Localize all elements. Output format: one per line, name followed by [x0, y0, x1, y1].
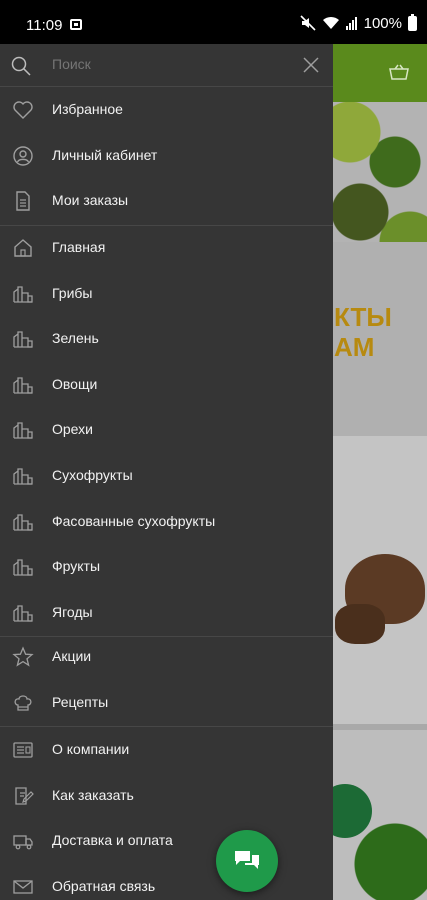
menu-item-label: Овощи: [52, 375, 98, 392]
menu-item-account-0[interactable]: Избранное: [0, 87, 333, 133]
order-guide-icon: [15, 786, 34, 805]
menu-item-label: Обратная связь: [52, 877, 156, 894]
menu-item-catalog-7[interactable]: Фрукты: [0, 544, 333, 590]
mute-icon: [300, 15, 316, 31]
menu-item-label: Орехи: [52, 421, 93, 438]
delivery-truck-icon: [13, 835, 33, 850]
menu-item-label: О компании: [52, 741, 130, 757]
menu-item-catalog-6[interactable]: Фасованные сухофрукты: [0, 499, 333, 545]
menu-item-label: Личный кабинет: [52, 146, 158, 163]
status-indicators: 100%: [300, 13, 417, 32]
star-icon: [12, 646, 34, 667]
menu-item-info-1[interactable]: Как заказать: [0, 773, 333, 819]
menu-item-info-2[interactable]: Доставка и оплата: [0, 818, 333, 864]
menu-item-catalog-8[interactable]: Ягоды: [0, 590, 333, 636]
heart-icon: [13, 101, 33, 119]
notification-icon: [70, 19, 82, 30]
menu-item-label: Фасованные сухофрукты: [52, 512, 216, 529]
menu-item-label: Акции: [52, 648, 92, 664]
menu-item-label: Избранное: [52, 101, 123, 117]
battery-percent: 100%: [363, 14, 402, 32]
menu-item-account-2[interactable]: Мои заказы: [0, 178, 333, 224]
document-icon: [16, 191, 30, 211]
menu-item-label: Доставка и оплата: [52, 832, 173, 849]
menu-item-catalog-2[interactable]: Зелень: [0, 316, 333, 362]
home-icon: [14, 239, 32, 257]
account-icon: [13, 145, 33, 166]
promo-text-line2: АМ: [334, 332, 375, 362]
promo-text-line1: КТЫ: [334, 302, 392, 332]
menu-item-info-3[interactable]: Обратная связь: [0, 864, 333, 900]
category-icon: [13, 285, 33, 303]
menu-item-label: Как заказать: [52, 786, 134, 803]
category-icon: [13, 422, 33, 440]
menu-item-catalog-4[interactable]: Орехи: [0, 407, 333, 453]
company-icon: [13, 742, 33, 758]
menu-item-catalog-0[interactable]: Главная: [0, 225, 333, 271]
menu-item-label: Рецепты: [52, 693, 109, 710]
menu-item-label: Фрукты: [52, 558, 101, 575]
category-icon: [13, 513, 33, 531]
menu-item-catalog-5[interactable]: Сухофрукты: [0, 453, 333, 499]
navigation-drawer: Избранное Личный кабинет Мои заказы Главная…: [0, 44, 333, 900]
close-icon[interactable]: [302, 56, 320, 74]
chat-fab-button[interactable]: [216, 830, 278, 892]
category-icon: [13, 559, 33, 576]
menu-item-label: Мои заказы: [52, 192, 129, 209]
category-icon: [13, 468, 33, 485]
search-icon[interactable]: [11, 56, 31, 76]
mail-icon: [13, 880, 33, 894]
status-bar: 11:09 100%: [0, 0, 427, 44]
search-bar: [0, 44, 333, 86]
search-input[interactable]: [52, 56, 272, 72]
wifi-icon: [322, 16, 339, 29]
menu-item-promo-1[interactable]: Рецепты: [0, 680, 333, 726]
menu-item-catalog-3[interactable]: Овощи: [0, 362, 333, 408]
status-time: 11:09: [26, 17, 63, 34]
menu-item-label: Зелень: [52, 330, 99, 347]
chef-hat-icon: [14, 694, 32, 711]
menu-item-label: Сухофрукты: [52, 467, 133, 483]
menu-item-label: Главная: [52, 239, 106, 255]
menu-item-label: Ягоды: [52, 603, 93, 620]
basket-icon: [389, 64, 409, 80]
chat-icon: [235, 851, 259, 869]
battery-icon: [408, 13, 417, 31]
category-icon: [13, 331, 33, 348]
menu-item-account-1[interactable]: Личный кабинет: [0, 133, 333, 179]
menu-item-label: Грибы: [52, 284, 93, 301]
mushroom-image-2: [335, 604, 385, 644]
menu-item-info-0[interactable]: О компании: [0, 727, 333, 773]
category-icon: [13, 605, 33, 622]
signal-icon: [345, 17, 357, 30]
menu-item-promo-0[interactable]: Акции: [0, 634, 333, 680]
category-icon: [13, 377, 33, 394]
menu-item-catalog-1[interactable]: Грибы: [0, 271, 333, 317]
